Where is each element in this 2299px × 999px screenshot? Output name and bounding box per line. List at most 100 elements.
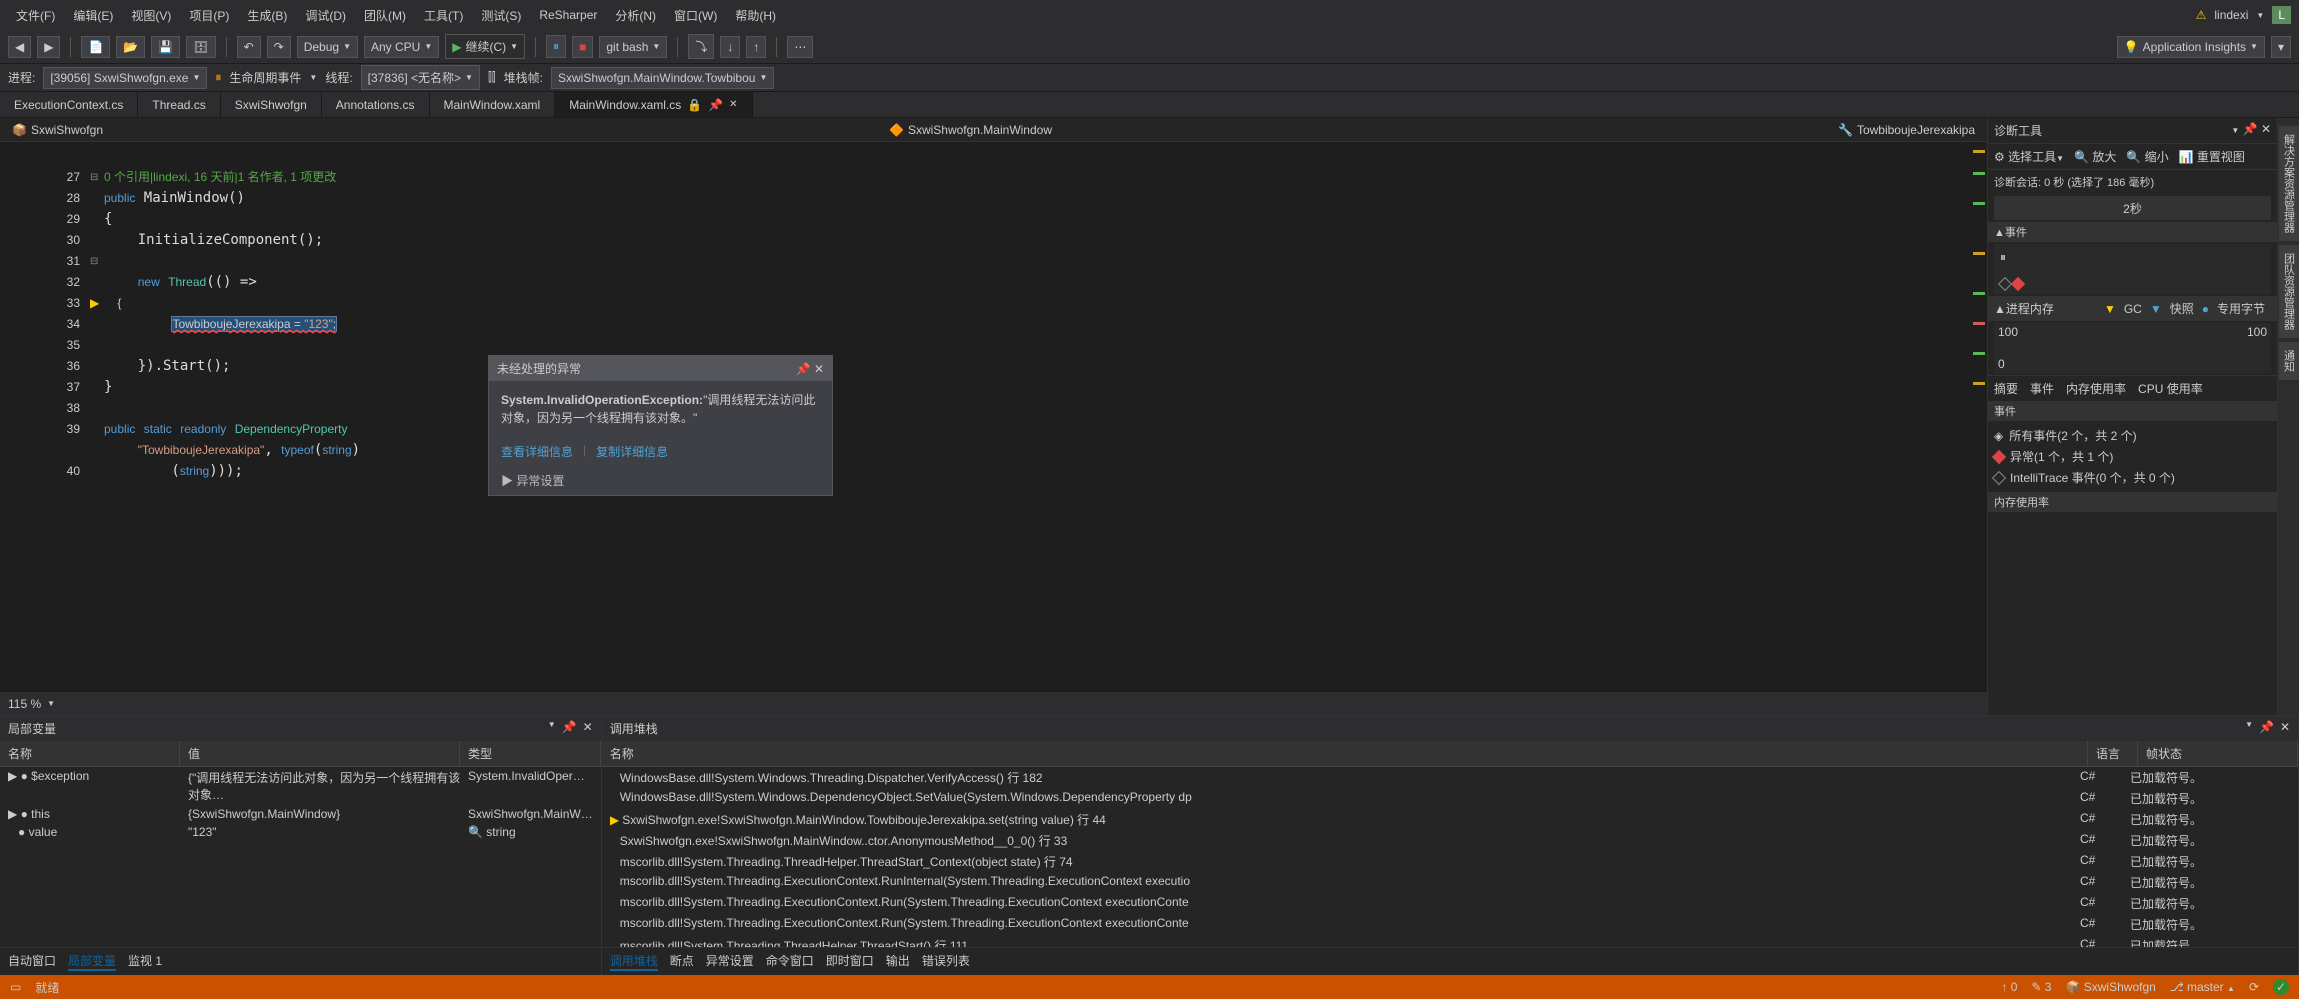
diag-timeline[interactable]: 2秒 (1994, 196, 2271, 220)
redo-button[interactable]: ↷ (267, 36, 291, 58)
tab-callstack[interactable]: 调用堆栈 (610, 952, 658, 971)
tab-watch1[interactable]: 监视 1 (128, 952, 162, 971)
col-type[interactable]: 类型 (460, 741, 601, 766)
stop-button[interactable]: ■ (572, 36, 593, 58)
save-button[interactable]: 💾 (151, 36, 180, 58)
menu-view[interactable]: 视图(V) (123, 3, 179, 28)
tab-thread[interactable]: Thread.cs (138, 92, 220, 117)
menu-edit[interactable]: 编辑(E) (65, 3, 121, 28)
menu-analyze[interactable]: 分析(N) (607, 3, 664, 28)
platform-dropdown[interactable]: Any CPU▼ (364, 36, 439, 58)
local-row[interactable]: ● value"123"🔍 string (0, 823, 601, 841)
open-button[interactable]: 📂 (116, 36, 145, 58)
scope-dropdown[interactable]: 📦 SxwiShwofgn (6, 121, 109, 139)
diag-tab-memory[interactable]: 内存使用率 (2066, 380, 2126, 397)
overflow-button[interactable]: ▾ (2271, 36, 2291, 58)
tab-immediate[interactable]: 即时窗口 (826, 952, 874, 971)
menu-project[interactable]: 项目(P) (181, 3, 237, 28)
memory-chart[interactable]: 100 100 0 (1994, 323, 2271, 373)
menu-team[interactable]: 团队(M) (356, 3, 414, 28)
menu-tools[interactable]: 工具(T) (416, 3, 471, 28)
close-icon[interactable]: ✕ (814, 362, 824, 376)
zoom-in-button[interactable]: 🔍 放大 (2074, 148, 2116, 165)
events-section-header[interactable]: ▲事件 (1988, 222, 2277, 242)
step-out-button[interactable]: ↑ (746, 36, 766, 58)
callstack-row[interactable]: mscorlib.dll!System.Threading.ThreadHelp… (602, 851, 2298, 872)
tab-locals[interactable]: 局部变量 (68, 952, 116, 971)
callstack-row[interactable]: mscorlib.dll!System.Threading.ThreadHelp… (602, 935, 2298, 947)
save-all-button[interactable]: 🗄 (186, 36, 215, 58)
event-row-exception[interactable]: 异常(1 个，共 1 个) (1994, 446, 2271, 467)
continue-button[interactable]: ▶ 继续(C)▼ (445, 34, 525, 59)
close-icon[interactable]: ✕ (2261, 122, 2271, 136)
step-over-button[interactable]: ⤵ (688, 34, 714, 59)
diag-tab-summary[interactable]: 摘要 (1994, 380, 2018, 397)
fold-gutter[interactable]: ⊟⊟ (90, 142, 104, 691)
diag-tab-events[interactable]: 事件 (2030, 380, 2054, 397)
repo-button[interactable]: 📦 SxwiShwofgn (2065, 980, 2155, 994)
pin-icon[interactable]: 📌 (2243, 122, 2258, 136)
local-row[interactable]: ▶ ● this{SxwiShwofgn.MainWindow}SxwiShwo… (0, 805, 601, 823)
copy-details-link[interactable]: 复制详细信息 (596, 443, 668, 460)
process-dropdown[interactable]: [39056] SxwiShwofgn.exe▼ (43, 67, 207, 89)
menu-resharper[interactable]: ReSharper (531, 4, 605, 26)
diag-tab-cpu[interactable]: CPU 使用率 (2138, 380, 2203, 397)
new-button[interactable]: 📄 (81, 36, 110, 58)
pause-button[interactable]: ⏸ (546, 35, 566, 58)
menu-debug[interactable]: 调试(D) (297, 3, 354, 28)
gitbash-dropdown[interactable]: git bash▼ (599, 36, 667, 58)
callstack-row[interactable]: mscorlib.dll!System.Threading.ExecutionC… (602, 872, 2298, 893)
close-icon[interactable]: ✕ (729, 99, 737, 110)
user-chevron-icon[interactable]: ▼ (2256, 11, 2264, 20)
col-value[interactable]: 值 (180, 741, 460, 766)
callstack-row[interactable]: ▶ SxwiShwofgn.exe!SxwiShwofgn.MainWindow… (602, 809, 2298, 830)
event-row-intellitrace[interactable]: IntelliTrace 事件(0 个，共 0 个) (1994, 467, 2271, 488)
callstack-row[interactable]: WindowsBase.dll!System.Windows.Dependenc… (602, 788, 2298, 809)
close-icon[interactable]: ✕ (583, 720, 593, 737)
tab-output[interactable]: 输出 (886, 952, 910, 971)
side-tab-notifications[interactable]: 通知 (2279, 342, 2299, 380)
zoom-out-button[interactable]: 🔍 缩小 (2126, 148, 2168, 165)
menu-window[interactable]: 窗口(W) (666, 3, 725, 28)
dropdown-icon[interactable]: ▼ (548, 720, 556, 737)
pin-icon[interactable]: 📌 (708, 98, 723, 112)
undo-button[interactable]: ↶ (237, 36, 261, 58)
col-state[interactable]: 帧状态 (2138, 741, 2298, 766)
events-chart[interactable]: ⏸ (1994, 244, 2271, 294)
col-lang[interactable]: 语言 (2088, 741, 2138, 766)
tab-executioncontext[interactable]: ExecutionContext.cs (0, 92, 138, 117)
memory-section-header[interactable]: ▲进程内存 ▼GC ▼快照 ●专用字节 (1988, 296, 2277, 321)
tab-command[interactable]: 命令窗口 (766, 952, 814, 971)
exception-settings-toggle[interactable]: ▶ 异常设置 (489, 466, 832, 495)
callstack-row[interactable]: mscorlib.dll!System.Threading.ExecutionC… (602, 893, 2298, 914)
menu-test[interactable]: 测试(S) (473, 3, 529, 28)
member-dropdown[interactable]: 🔧 TowbiboujeJerexakipa (1832, 121, 1981, 139)
tab-mainwindow-cs[interactable]: MainWindow.xaml.cs 🔒 📌 ✕ (555, 92, 752, 117)
pin-icon[interactable]: 📌 (2259, 720, 2274, 737)
user-name[interactable]: lindexi (2214, 8, 2248, 22)
dropdown-icon[interactable]: ▼ (2245, 720, 2253, 737)
insights-dropdown[interactable]: 💡 Application Insights▼ (2117, 36, 2265, 58)
nav-fwd-button[interactable]: ▶ (37, 36, 60, 58)
dropdown-icon[interactable]: ▼ (2231, 126, 2239, 135)
tab-errorlist[interactable]: 错误列表 (922, 952, 970, 971)
marker-bar[interactable] (1969, 142, 1987, 691)
menu-file[interactable]: 文件(F) (8, 3, 63, 28)
col-name[interactable]: 名称 (0, 741, 180, 766)
callstack-row[interactable]: SxwiShwofgn.exe!SxwiShwofgn.MainWindow..… (602, 830, 2298, 851)
tab-exc-settings[interactable]: 异常设置 (706, 952, 754, 971)
tab-mainwindow-xaml[interactable]: MainWindow.xaml (430, 92, 556, 117)
pin-icon[interactable]: 📌 (562, 720, 577, 737)
publish-button[interactable]: ↑ 0 (2001, 980, 2017, 994)
branch-button[interactable]: ⎇ master ▲ (2170, 980, 2235, 994)
thread-dropdown[interactable]: [37836] <无名称>▼ (361, 65, 480, 90)
tab-annotations[interactable]: Annotations.cs (322, 92, 430, 117)
tab-breakpoints[interactable]: 断点 (670, 952, 694, 971)
select-tools-button[interactable]: ⚙ 选择工具▼ (1994, 148, 2064, 165)
event-row-all[interactable]: ◈所有事件(2 个，共 2 个) (1994, 425, 2271, 446)
nav-back-button[interactable]: ◀ (8, 36, 31, 58)
changes-button[interactable]: ✎ 3 (2031, 980, 2051, 994)
reset-view-button[interactable]: 📊 重置视图 (2179, 148, 2245, 165)
user-badge[interactable]: L (2272, 6, 2291, 24)
zoom-level[interactable]: 115 % (8, 697, 41, 711)
